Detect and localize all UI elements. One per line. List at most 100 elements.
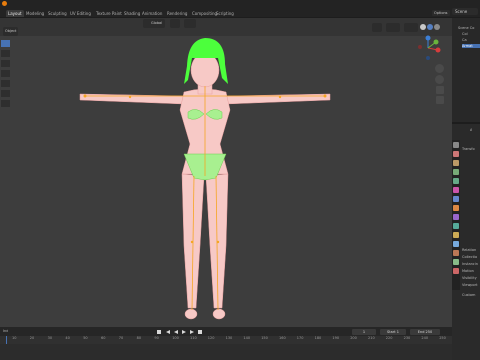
tab-texture-paint[interactable]: Texture Paint [94, 10, 124, 17]
tab-layout[interactable]: Layout [6, 10, 24, 17]
properties-tab-label[interactable]: A [470, 128, 472, 132]
frame-tick: 180 [314, 336, 322, 340]
section-relation[interactable]: Relation [462, 248, 480, 252]
current-frame-field[interactable]: 1 [352, 329, 376, 335]
timeline-track[interactable] [0, 344, 452, 360]
jump-keyframe-back-icon [166, 330, 170, 334]
frame-tick: 200 [350, 336, 357, 340]
grid-icon[interactable] [436, 96, 444, 104]
gizmo-dropdown[interactable] [386, 23, 400, 32]
frame-tick: 10 [12, 336, 17, 340]
move-icon[interactable] [1, 50, 10, 57]
properties-tab-icon[interactable] [453, 160, 459, 166]
play-icon [182, 330, 186, 334]
frame-tick: 120 [207, 336, 215, 340]
outliner-item[interactable]: Ca [462, 38, 480, 42]
frame-tick: 220 [385, 336, 393, 340]
end-frame-field[interactable]: End 250 [410, 329, 440, 335]
properties-tab-icon[interactable] [453, 151, 459, 157]
frame-tick: 40 [65, 336, 70, 340]
frame-tick: 60 [101, 336, 106, 340]
frame-tick: 160 [279, 336, 286, 340]
properties-tab-icon[interactable] [453, 250, 459, 256]
start-frame-label: Start [387, 330, 396, 334]
annotate-icon[interactable] [1, 90, 10, 97]
properties-tab-icon[interactable] [453, 223, 459, 229]
tab-rendering[interactable]: Rendering [165, 10, 189, 17]
section-viewport[interactable]: Viewport [462, 283, 480, 287]
start-frame-value: 1 [396, 330, 399, 334]
neg-x-axis-icon [418, 45, 422, 49]
shading-rendered-icon[interactable] [434, 24, 440, 30]
zoom-icon[interactable] [435, 64, 444, 73]
tab-sculpting[interactable]: Sculpting [46, 10, 69, 17]
properties-tab-icon[interactable] [453, 178, 459, 184]
properties-tab-icon[interactable] [453, 259, 459, 265]
tab-animation[interactable]: Animation [140, 10, 164, 17]
scale-icon[interactable] [1, 70, 10, 77]
blender-logo-icon[interactable] [2, 1, 7, 6]
outliner-item[interactable]: Col [462, 32, 480, 36]
tab-uv-editing[interactable]: UV Editing [68, 10, 93, 17]
navigation-gizmo[interactable] [414, 34, 442, 62]
frame-tick: 190 [332, 336, 340, 340]
rotate-icon[interactable] [1, 60, 10, 67]
scene-selector[interactable]: Scene [452, 8, 478, 15]
cursor-icon[interactable] [1, 40, 10, 47]
frame-tick: 110 [190, 336, 197, 340]
jump-end-icon [198, 330, 202, 334]
frame-tick: 30 [47, 336, 53, 340]
camera-icon[interactable] [436, 86, 444, 94]
jump-start-icon [157, 330, 161, 334]
frame-tick: 150 [261, 336, 268, 340]
frame-tick: 230 [403, 336, 411, 340]
measure-icon[interactable] [1, 100, 10, 107]
x-axis-icon [435, 47, 441, 53]
section-visibility[interactable]: Visibility [462, 276, 480, 280]
tab-modeling[interactable]: Modeling [24, 10, 46, 17]
properties-tab-icon[interactable] [453, 142, 459, 148]
transform-icon[interactable] [1, 80, 10, 87]
start-frame-field[interactable]: Start 1 [380, 329, 406, 335]
playback-controls[interactable] [156, 329, 216, 335]
properties-tab-icon[interactable] [453, 214, 459, 220]
playback-dropdown[interactable]: Ind [3, 329, 8, 333]
mode-dropdown[interactable]: Object [3, 27, 18, 36]
shading-material-icon[interactable] [427, 24, 433, 30]
properties-tab-icon[interactable] [453, 241, 459, 247]
section-motion[interactable]: Motion [462, 269, 480, 273]
section-custom[interactable]: Custom [462, 293, 480, 297]
section-instancin[interactable]: Instancin [462, 262, 480, 266]
options-dropdown[interactable]: Options [432, 10, 450, 16]
frame-tick: 130 [225, 336, 233, 340]
frame-tick: 90 [154, 336, 159, 340]
tab-scripting[interactable]: Scripting [214, 10, 236, 17]
properties-tab-icon[interactable] [453, 232, 459, 238]
visibility-dropdown[interactable] [372, 23, 382, 32]
frame-tick: 70 [118, 336, 124, 340]
section-transfo[interactable]: Transfo [462, 147, 480, 151]
z-axis-icon [425, 35, 431, 41]
frame-tick: 250 [439, 336, 446, 340]
frame-tick: 20 [29, 336, 35, 340]
outliner-item[interactable]: Scene Co [458, 26, 478, 30]
frame-tick: 240 [421, 336, 429, 340]
properties-tab-icon[interactable] [453, 268, 459, 274]
play-reverse-icon [174, 330, 178, 334]
character-model[interactable] [70, 26, 340, 326]
hand-icon[interactable] [435, 75, 444, 84]
frame-tick: 210 [368, 336, 375, 340]
frame-tick: 140 [243, 336, 251, 340]
shading-solid-icon[interactable] [420, 24, 426, 30]
properties-tab-icon[interactable] [453, 187, 459, 193]
outliner-item[interactable]: Armat [462, 44, 480, 48]
section-collectio[interactable]: Collectio [462, 255, 480, 259]
properties-tab-icon[interactable] [453, 196, 459, 202]
frame-tick: 80 [136, 336, 142, 340]
frame-tick: 50 [83, 336, 88, 340]
jump-keyframe-forward-icon [190, 330, 194, 334]
properties-tab-icon[interactable] [453, 205, 459, 211]
overlay-dropdown[interactable] [404, 23, 418, 32]
properties-tab-icon[interactable] [453, 169, 459, 175]
end-frame-label: End [417, 330, 425, 334]
